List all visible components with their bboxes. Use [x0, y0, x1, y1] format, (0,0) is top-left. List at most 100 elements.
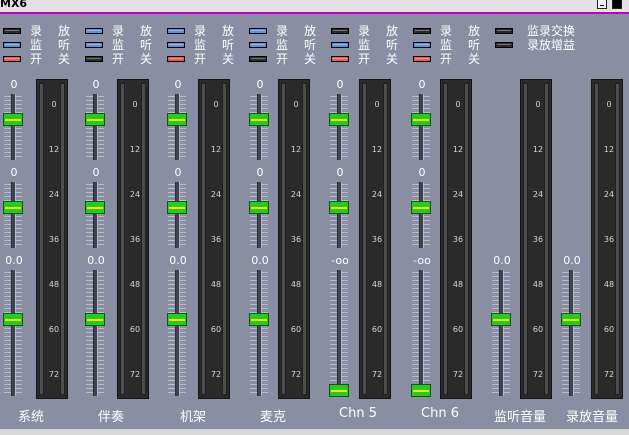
level-meter: 0 12 24 36 48 60 72 — [198, 79, 230, 399]
toggle-led-icon[interactable] — [167, 42, 185, 48]
fader-value-readout: 0 — [92, 166, 100, 179]
fader-knob[interactable] — [3, 200, 23, 214]
fader-track[interactable] — [257, 182, 262, 248]
toggle-led-icon[interactable] — [249, 56, 267, 62]
fader-value-readout: 0.0 — [251, 254, 269, 267]
fader-knob[interactable] — [3, 313, 23, 327]
fader-knob[interactable] — [411, 112, 431, 126]
global-toggle-row[interactable]: 监录交换 — [492, 24, 622, 38]
toggle-led-icon[interactable] — [3, 42, 21, 48]
fader-knob[interactable] — [329, 200, 349, 214]
fader-knob[interactable] — [85, 313, 105, 327]
toggle-led-icon[interactable] — [331, 28, 349, 34]
toggle-led-icon[interactable] — [495, 28, 513, 34]
toggle-led-icon[interactable] — [249, 28, 267, 34]
toggle-led-icon[interactable] — [3, 28, 21, 34]
fader-knob[interactable] — [249, 112, 269, 126]
toggle-led-icon[interactable] — [249, 42, 267, 48]
fader-track[interactable] — [499, 270, 504, 396]
fader-value-readout: 0 — [92, 78, 100, 91]
fader-track[interactable] — [93, 270, 98, 396]
close-button[interactable] — [612, 0, 622, 9]
fader-track[interactable] — [175, 270, 180, 396]
fader-knob[interactable] — [491, 313, 511, 327]
control-row[interactable]: 录放 — [328, 24, 403, 38]
control-row[interactable]: 监听 — [246, 38, 321, 52]
control-row[interactable]: 开关 — [82, 52, 157, 66]
toggle-led-icon[interactable] — [331, 42, 349, 48]
global-toggle-row[interactable]: 录放增益 — [492, 38, 622, 52]
meter-scale-label: 72 — [48, 370, 60, 379]
fader-knob[interactable] — [167, 313, 187, 327]
fader-track[interactable] — [337, 94, 342, 160]
control-row[interactable]: 开关 — [410, 52, 485, 66]
control-label: 放 — [222, 24, 235, 38]
fader-knob[interactable] — [329, 112, 349, 126]
control-row[interactable]: 监听 — [82, 38, 157, 52]
fader-track[interactable] — [337, 270, 342, 396]
fader-knob[interactable] — [411, 200, 431, 214]
fader-knob[interactable] — [561, 313, 581, 327]
fader-knob[interactable] — [249, 313, 269, 327]
fader-knob[interactable] — [167, 200, 187, 214]
fader-knob[interactable] — [329, 384, 349, 397]
fader-track[interactable] — [569, 270, 574, 396]
fader-track[interactable] — [175, 182, 180, 248]
toggle-led-icon[interactable] — [495, 42, 513, 48]
fader-knob[interactable] — [249, 200, 269, 214]
control-label: 监 — [30, 38, 43, 52]
control-row[interactable]: 开关 — [246, 52, 321, 66]
fader-track[interactable] — [257, 270, 262, 396]
fader-track[interactable] — [11, 270, 16, 396]
fader-knob[interactable] — [85, 200, 105, 214]
control-row[interactable]: 录放 — [164, 24, 239, 38]
control-group-5: 录放监听开关 — [328, 24, 403, 72]
control-row[interactable]: 监听 — [328, 38, 403, 52]
fader-track[interactable] — [93, 94, 98, 160]
control-row[interactable]: 录放 — [0, 24, 75, 38]
control-row[interactable]: 开关 — [164, 52, 239, 66]
toggle-led-icon[interactable] — [85, 28, 103, 34]
control-row[interactable]: 开关 — [0, 52, 75, 66]
fader-track[interactable] — [419, 182, 424, 248]
fader-track[interactable] — [257, 94, 262, 160]
fader-track[interactable] — [11, 182, 16, 248]
fader-track[interactable] — [337, 182, 342, 248]
toggle-led-icon[interactable] — [167, 28, 185, 34]
toggle-led-icon[interactable] — [85, 42, 103, 48]
control-label: 听 — [468, 38, 481, 52]
meter-bar-left — [201, 83, 206, 395]
fader-knob[interactable] — [3, 112, 23, 126]
fader-knob[interactable] — [85, 112, 105, 126]
control-row[interactable]: 监听 — [164, 38, 239, 52]
fader-track[interactable] — [175, 94, 180, 160]
toggle-led-icon[interactable] — [413, 28, 431, 34]
toggle-led-icon[interactable] — [3, 56, 21, 62]
fader-track[interactable] — [419, 94, 424, 160]
toggle-led-icon[interactable] — [413, 56, 431, 62]
fader-knob[interactable] — [411, 384, 431, 397]
meter-scale-label: 48 — [48, 280, 60, 289]
meter-scale-label: 48 — [532, 280, 544, 289]
fader-track[interactable] — [419, 270, 424, 396]
meter-scale-label: 24 — [532, 190, 544, 199]
fader-value-readout: 0.0 — [493, 254, 511, 267]
minimize-button[interactable] — [597, 0, 607, 9]
fader-knob[interactable] — [167, 112, 187, 126]
control-row[interactable]: 开关 — [328, 52, 403, 66]
toggle-led-icon[interactable] — [413, 42, 431, 48]
control-row[interactable]: 录放 — [82, 24, 157, 38]
control-row[interactable]: 监听 — [0, 38, 75, 52]
channel-name: 系统 — [18, 410, 45, 425]
fader-track[interactable] — [11, 94, 16, 160]
control-label: 放 — [386, 24, 399, 38]
toggle-led-icon[interactable] — [85, 56, 103, 62]
control-row[interactable]: 录放 — [246, 24, 321, 38]
control-label: 录 — [194, 24, 207, 38]
fader-value-readout: 0 — [174, 166, 182, 179]
control-row[interactable]: 监听 — [410, 38, 485, 52]
control-row[interactable]: 录放 — [410, 24, 485, 38]
toggle-led-icon[interactable] — [331, 56, 349, 62]
fader-track[interactable] — [93, 182, 98, 248]
toggle-led-icon[interactable] — [167, 56, 185, 62]
